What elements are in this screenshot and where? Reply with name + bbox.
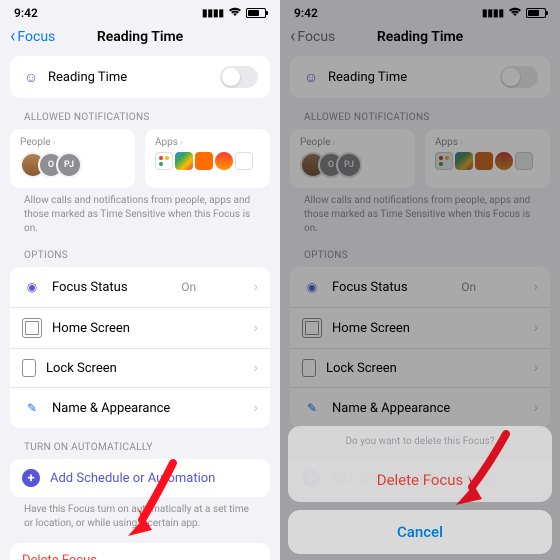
name-appearance-row[interactable]: ✎ Name & Appearance › (10, 387, 270, 428)
focus-toggle-card: ☺ Reading Time (10, 56, 270, 98)
back-label: Focus (17, 29, 55, 45)
chevron-right-icon: › (254, 320, 258, 336)
apps-label: Apps (155, 137, 178, 148)
app-icon (195, 152, 213, 170)
chevron-right-icon: › (254, 279, 258, 295)
home-screen-label: Home Screen (52, 321, 130, 336)
app-icon (175, 152, 193, 170)
annotation-arrow (444, 429, 524, 519)
phone-left: 9:42 ▮▮▮▮ ‹ Focus Reading Time ☺ Reading… (0, 0, 280, 560)
reading-time-icon: ☺ (22, 68, 40, 86)
battery-icon (246, 8, 266, 18)
automation-header: TURN ON AUTOMATICALLY (10, 428, 270, 459)
pencil-icon: ✎ (22, 398, 42, 418)
focus-toggle-row[interactable]: ☺ Reading Time (10, 56, 270, 98)
focus-status-icon: ◉ (22, 277, 42, 297)
wifi-icon (228, 7, 242, 20)
avatar: PJ (56, 152, 82, 178)
focus-status-label: Focus Status (52, 280, 128, 295)
home-screen-row[interactable]: Home Screen › (10, 307, 270, 348)
phone-right: 9:42 ▮▮▮▮ ‹ Focus Reading Time ☺ Reading… (280, 0, 560, 560)
lock-screen-label: Lock Screen (46, 361, 117, 376)
status-bar: 9:42 ▮▮▮▮ (0, 0, 280, 22)
status-indicators: ▮▮▮▮ (202, 7, 266, 20)
allowed-footer: Allow calls and notifications from peopl… (10, 188, 270, 236)
people-label: People (20, 137, 51, 148)
back-button[interactable]: ‹ Focus (10, 28, 55, 46)
lock-screen-icon (22, 359, 36, 377)
people-avatars: O PJ (20, 152, 125, 178)
name-appearance-label: Name & Appearance (52, 401, 170, 416)
allowed-header: ALLOWED NOTIFICATIONS (10, 98, 270, 129)
home-screen-icon (22, 318, 42, 338)
apps-card[interactable]: Apps› (145, 129, 270, 188)
focus-status-value: On (181, 280, 196, 294)
app-icon (215, 152, 233, 170)
focus-toggle-switch[interactable] (220, 66, 258, 88)
focus-status-row[interactable]: ◉ Focus Status On › (10, 267, 270, 307)
nav-bar: ‹ Focus Reading Time (0, 22, 280, 56)
app-icon (235, 152, 253, 170)
people-card[interactable]: People› O PJ (10, 129, 135, 188)
signal-icon: ▮▮▮▮ (202, 8, 224, 19)
focus-toggle-label: Reading Time (48, 70, 127, 85)
annotation-arrow (118, 458, 188, 548)
app-icons (155, 152, 260, 170)
chevron-right-icon: › (254, 400, 258, 416)
chevron-left-icon: ‹ (10, 28, 15, 46)
chevron-right-icon: › (53, 138, 56, 148)
chevron-right-icon: › (254, 360, 258, 376)
status-time: 9:42 (14, 6, 38, 20)
options-header: OPTIONS (10, 236, 270, 267)
plus-icon: + (22, 469, 40, 487)
delete-focus-label: Delete Focus (22, 553, 97, 560)
app-icon (155, 152, 173, 170)
chevron-right-icon: › (180, 138, 183, 148)
lock-screen-row[interactable]: Lock Screen › (10, 348, 270, 387)
